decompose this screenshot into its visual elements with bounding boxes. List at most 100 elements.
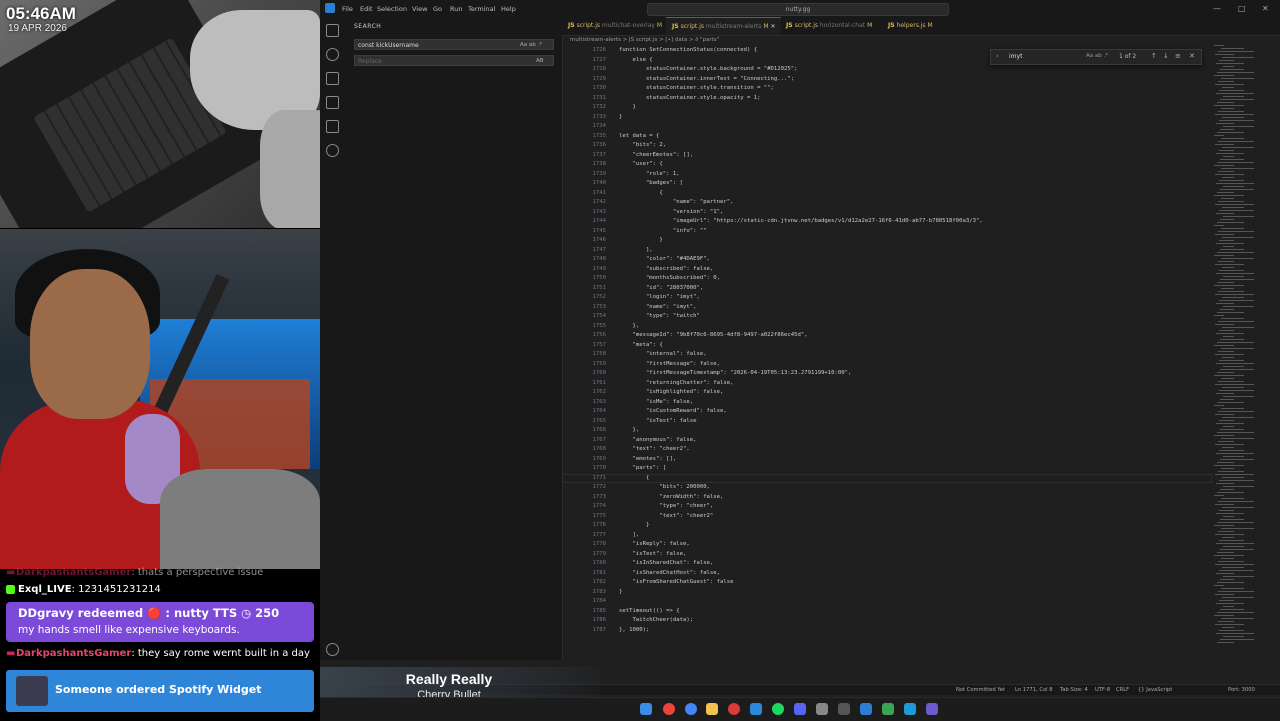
code-line[interactable]: "firstMessage": false, bbox=[619, 361, 720, 367]
code-line[interactable]: "text": "cheer2", bbox=[619, 446, 689, 452]
tab-horizontal-chat[interactable]: JS script.js horizontal-chat M bbox=[780, 17, 878, 35]
browser-icon[interactable] bbox=[685, 703, 697, 715]
menu-run[interactable]: Run bbox=[450, 5, 462, 13]
code-line[interactable]: } bbox=[619, 104, 635, 110]
code-line[interactable]: } bbox=[619, 237, 662, 243]
find-input[interactable]: imyt bbox=[1009, 53, 1022, 60]
search-options[interactable]: Aa ab .* bbox=[520, 42, 542, 48]
code-line[interactable]: "isReply": false, bbox=[619, 541, 689, 547]
arrow-down-icon[interactable]: ↓ bbox=[1163, 52, 1169, 60]
code-line[interactable]: "meta": { bbox=[619, 342, 662, 348]
code-line[interactable]: "version": "1", bbox=[619, 209, 724, 215]
tab-size[interactable]: Tab Size: 4 bbox=[1060, 687, 1088, 693]
code-line[interactable]: "isMe": false, bbox=[619, 399, 693, 405]
app-icon[interactable] bbox=[816, 703, 828, 715]
code-line[interactable]: "cheerEmotes": [], bbox=[619, 152, 693, 158]
code-line[interactable]: { bbox=[619, 190, 662, 196]
code-line[interactable]: "isFromSharedChatGuest": false bbox=[619, 579, 733, 585]
menu-file[interactable]: File bbox=[342, 5, 353, 13]
chrome-icon[interactable] bbox=[663, 703, 675, 715]
code-line[interactable]: "subscribed": false, bbox=[619, 266, 713, 272]
vscode-taskbar-icon[interactable] bbox=[860, 703, 872, 715]
code-line[interactable]: "isHighlighted": false, bbox=[619, 389, 723, 395]
remote-icon[interactable] bbox=[326, 144, 339, 157]
source-control-icon[interactable] bbox=[326, 72, 339, 85]
explorer-icon[interactable] bbox=[326, 24, 339, 37]
code-line[interactable]: "firstMessageTimestamp": "2026-04-19T05:… bbox=[619, 370, 851, 376]
tab-helpers[interactable]: JS helpers.js M bbox=[882, 17, 939, 35]
code-line[interactable]: statusContainer.style.opacity = 1; bbox=[619, 95, 761, 101]
app-icon[interactable] bbox=[904, 703, 916, 715]
code-line[interactable]: "monthsSubscribed": 0, bbox=[619, 275, 720, 281]
code-line[interactable]: "emotes": [], bbox=[619, 456, 676, 462]
code-line[interactable]: "parts": [ bbox=[619, 465, 666, 471]
code-line[interactable]: "bits": 200000, bbox=[619, 484, 710, 490]
encoding[interactable]: UTF-8 bbox=[1095, 687, 1110, 693]
tab-multistream-alerts[interactable]: JS script.js multistream-alerts M ✕ bbox=[666, 17, 782, 35]
code-line[interactable]: }, bbox=[619, 427, 639, 433]
code-line[interactable]: { bbox=[619, 475, 649, 481]
code-line[interactable]: "badges": [ bbox=[619, 180, 683, 186]
app-icon[interactable] bbox=[750, 703, 762, 715]
code-line[interactable]: "name": "partner", bbox=[619, 199, 734, 205]
menu-icon[interactable]: ≡ bbox=[1175, 52, 1181, 60]
code-line[interactable]: "zeroWidth": false, bbox=[619, 494, 723, 500]
code-line[interactable]: TwitchCheer(data); bbox=[619, 617, 693, 623]
code-line[interactable]: function SetConnectionStatus(connected) … bbox=[619, 47, 757, 53]
command-center[interactable]: nutty.gg bbox=[647, 3, 949, 16]
code-line[interactable]: ], bbox=[619, 247, 653, 253]
code-line[interactable]: else { bbox=[619, 57, 652, 63]
port-status[interactable]: Port: 3000 bbox=[1228, 687, 1255, 693]
code-line[interactable]: "type": "twitch" bbox=[619, 313, 700, 319]
code-line[interactable]: "login": "imyt", bbox=[619, 294, 700, 300]
code-line[interactable]: "user": { bbox=[619, 161, 662, 167]
code-line[interactable]: statusContainer.style.background = "#D12… bbox=[619, 66, 798, 72]
code-line[interactable]: "anonymous": false, bbox=[619, 437, 696, 443]
close-icon[interactable]: ✕ bbox=[1262, 4, 1269, 13]
close-icon[interactable]: ✕ bbox=[1189, 52, 1195, 60]
cursor-position[interactable]: Ln 1771, Col 8 bbox=[1015, 687, 1053, 693]
code-line[interactable]: "role": 1, bbox=[619, 171, 680, 177]
code-line[interactable]: setTimeout(() => { bbox=[619, 608, 680, 614]
app-icon[interactable] bbox=[882, 703, 894, 715]
chevron-right-icon[interactable]: › bbox=[996, 52, 999, 60]
language-mode[interactable]: {} JavaScript bbox=[1138, 687, 1172, 693]
code-line[interactable]: } bbox=[619, 522, 649, 528]
arrow-up-icon[interactable]: ↑ bbox=[1151, 52, 1157, 60]
replace-input[interactable]: Replace bbox=[354, 55, 554, 66]
code-line[interactable]: }, 1000); bbox=[619, 627, 649, 633]
code-line[interactable]: }, bbox=[619, 323, 639, 329]
extensions-icon[interactable] bbox=[326, 120, 339, 133]
minimize-icon[interactable]: — bbox=[1213, 4, 1221, 13]
code-line[interactable]: ], bbox=[619, 532, 639, 538]
discord-icon[interactable] bbox=[794, 703, 806, 715]
code-line[interactable]: statusContainer.innerText = "Connecting.… bbox=[619, 76, 794, 82]
code-line[interactable]: statusContainer.style.transition = ""; bbox=[619, 85, 774, 91]
code-line[interactable]: "messageId": "9b8f70c6-8695-4df8-9497-a0… bbox=[619, 332, 807, 338]
minimap[interactable] bbox=[1212, 45, 1272, 660]
code-line[interactable]: "type": "cheer", bbox=[619, 503, 713, 509]
code-line[interactable]: "id": "28037000", bbox=[619, 285, 703, 291]
code-line[interactable]: "color": "#4DAE9F", bbox=[619, 256, 710, 262]
search-icon[interactable] bbox=[326, 48, 339, 61]
code-line[interactable]: "imageUrl": "https://static-cdn.jtvnw.ne… bbox=[619, 218, 983, 224]
menu-go[interactable]: Go bbox=[433, 5, 442, 13]
code-line[interactable]: "isTest": false, bbox=[619, 551, 686, 557]
code-line[interactable]: "isSharedChatHost": false, bbox=[619, 570, 720, 576]
code-line[interactable]: "isInSharedChat": false, bbox=[619, 560, 713, 566]
menu-terminal[interactable]: Terminal bbox=[468, 5, 495, 13]
spotify-icon[interactable] bbox=[772, 703, 784, 715]
maximize-icon[interactable]: □ bbox=[1238, 4, 1246, 13]
code-line[interactable]: "name": "imyt", bbox=[619, 304, 697, 310]
menu-help[interactable]: Help bbox=[501, 5, 516, 13]
code-line[interactable]: "text": "cheer2" bbox=[619, 513, 713, 519]
start-icon[interactable] bbox=[640, 703, 652, 715]
code-line[interactable]: } bbox=[619, 589, 622, 595]
run-debug-icon[interactable] bbox=[326, 96, 339, 109]
breadcrumb[interactable]: multistream-alerts > JS script.js > [∙] … bbox=[562, 35, 1280, 45]
find-options[interactable]: Aa ab .* bbox=[1086, 53, 1108, 59]
code-line[interactable]: "bits": 2, bbox=[619, 142, 666, 148]
folder-icon[interactable] bbox=[706, 703, 718, 715]
menu-selection[interactable]: Selection bbox=[377, 5, 407, 13]
code-editor[interactable]: 1726 function SetConnectionStatus(connect… bbox=[562, 45, 1212, 645]
